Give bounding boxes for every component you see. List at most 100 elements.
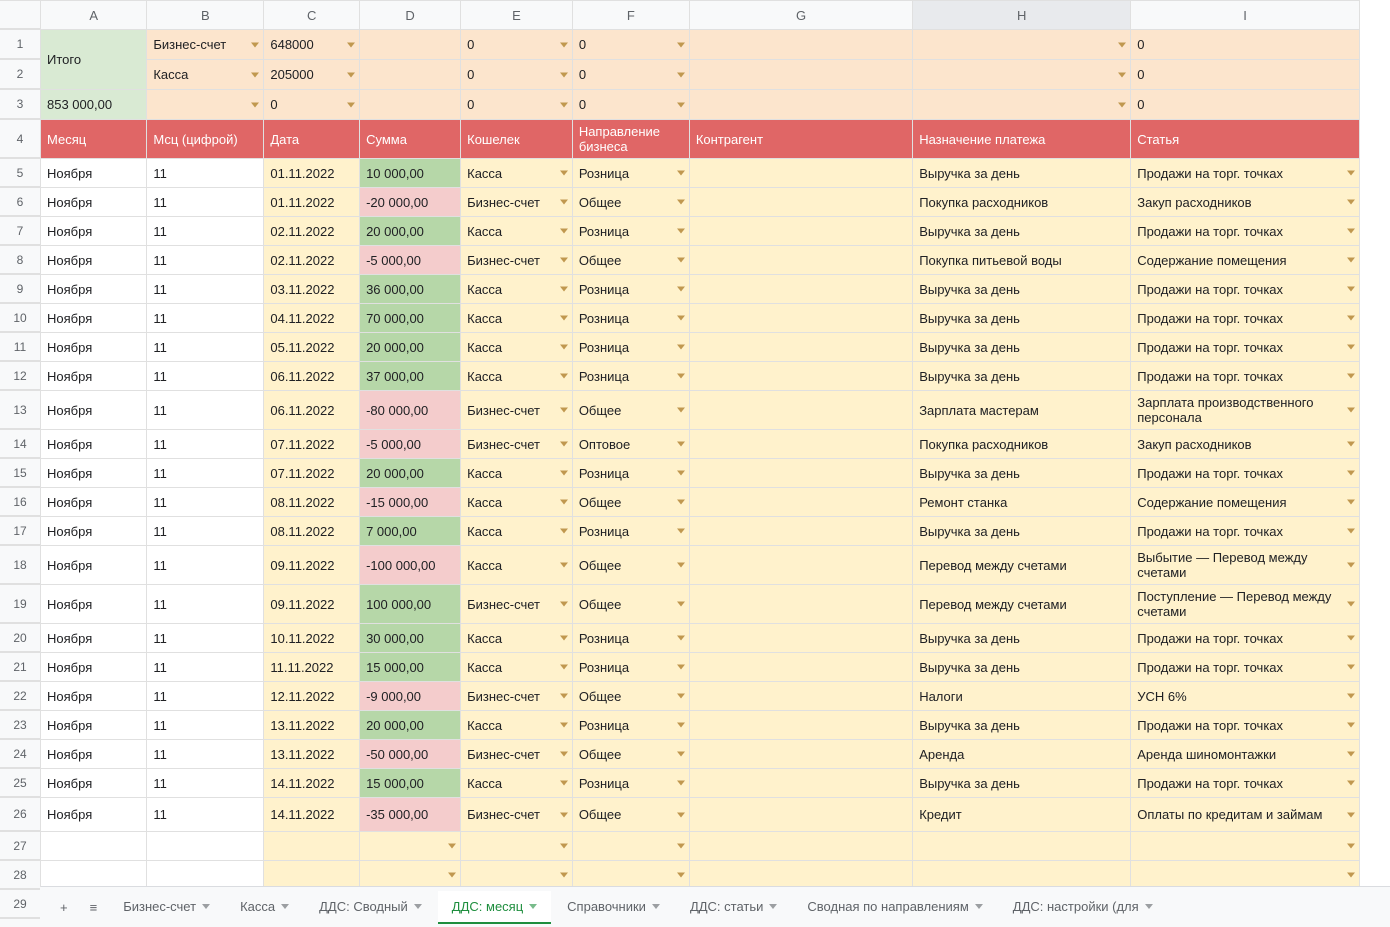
summary-g[interactable] (689, 90, 912, 120)
cell-counterparty[interactable] (689, 333, 912, 362)
cell-date[interactable]: 02.11.2022 (264, 217, 360, 246)
cell-sum[interactable]: -100 000,00 (360, 546, 461, 585)
cell-wallet[interactable]: Бизнес-счет (461, 391, 573, 430)
cell-counterparty[interactable] (689, 798, 912, 832)
cell-date[interactable]: 10.11.2022 (264, 624, 360, 653)
cell-counterparty[interactable] (689, 517, 912, 546)
summary-d[interactable] (360, 30, 461, 60)
cell-wallet[interactable]: Касса (461, 546, 573, 585)
column-header-E[interactable]: E (461, 1, 573, 30)
cell-wallet[interactable]: Касса (461, 517, 573, 546)
cell-date[interactable]: 14.11.2022 (264, 769, 360, 798)
cell-date[interactable]: 02.11.2022 (264, 246, 360, 275)
spreadsheet-grid[interactable]: ABCDEFGHIИтогоБизнес-счет648000000Касса2… (40, 0, 1360, 887)
cell-article[interactable]: Выбытие — Перевод между счетами (1131, 546, 1360, 585)
row-header-27[interactable]: 27 (0, 831, 40, 860)
cell-direction[interactable]: Розница (572, 459, 689, 488)
cell-article[interactable]: Продажи на торг. точках (1131, 459, 1360, 488)
cell-date[interactable]: 08.11.2022 (264, 517, 360, 546)
cell-month[interactable]: Ноября (41, 459, 147, 488)
row-header-11[interactable]: 11 (0, 332, 40, 361)
cell-purpose[interactable]: Перевод между счетами (913, 585, 1131, 624)
cell-direction[interactable]: Розница (572, 653, 689, 682)
cell-purpose[interactable]: Выручка за день (913, 769, 1131, 798)
cell-article[interactable]: Закуп расходников (1131, 188, 1360, 217)
sheet-tab[interactable]: Справочники (553, 891, 674, 924)
cell-purpose[interactable]: Выручка за день (913, 304, 1131, 333)
header-B[interactable]: Мсц (цифрой) (147, 120, 264, 159)
cell-month-num[interactable]: 11 (147, 459, 264, 488)
cell-month-num[interactable]: 11 (147, 711, 264, 740)
cell-month-num[interactable]: 11 (147, 488, 264, 517)
row-header-2[interactable]: 2 (0, 59, 40, 89)
cell-month[interactable]: Ноября (41, 333, 147, 362)
empty-cell[interactable] (41, 832, 147, 861)
cell-direction[interactable]: Общее (572, 740, 689, 769)
summary-d[interactable] (360, 90, 461, 120)
cell-counterparty[interactable] (689, 159, 912, 188)
cell-date[interactable]: 05.11.2022 (264, 333, 360, 362)
row-header-13[interactable]: 13 (0, 390, 40, 429)
summary-f[interactable]: 0 (572, 90, 689, 120)
cell-article[interactable]: Продажи на торг. точках (1131, 217, 1360, 246)
row-header-29[interactable]: 29 (0, 889, 40, 918)
cell-counterparty[interactable] (689, 585, 912, 624)
cell-article[interactable]: Продажи на торг. точках (1131, 769, 1360, 798)
cell-counterparty[interactable] (689, 682, 912, 711)
cell-date[interactable]: 01.11.2022 (264, 159, 360, 188)
cell-counterparty[interactable] (689, 711, 912, 740)
cell-wallet[interactable]: Бизнес-счет (461, 740, 573, 769)
cell-article[interactable]: Продажи на торг. точках (1131, 653, 1360, 682)
sheet-tab[interactable]: ДДС: Сводный (305, 891, 436, 924)
row-header-12[interactable]: 12 (0, 361, 40, 390)
cell-sum[interactable]: -15 000,00 (360, 488, 461, 517)
cell-month-num[interactable]: 11 (147, 391, 264, 430)
cell-wallet[interactable]: Касса (461, 159, 573, 188)
cell-article[interactable]: Продажи на торг. точках (1131, 333, 1360, 362)
cell-month-num[interactable]: 11 (147, 653, 264, 682)
cell-wallet[interactable]: Касса (461, 624, 573, 653)
cell-wallet[interactable]: Касса (461, 711, 573, 740)
cell-sum[interactable]: 30 000,00 (360, 624, 461, 653)
cell-article[interactable]: УСН 6% (1131, 682, 1360, 711)
cell-direction[interactable]: Розница (572, 624, 689, 653)
cell-date[interactable]: 06.11.2022 (264, 362, 360, 391)
cell-direction[interactable]: Общее (572, 798, 689, 832)
cell-counterparty[interactable] (689, 740, 912, 769)
cell-month-num[interactable]: 11 (147, 430, 264, 459)
sheet-tab[interactable]: Сводная по направлениям (793, 891, 996, 924)
cell-month-num[interactable]: 11 (147, 217, 264, 246)
cell-sum[interactable]: -5 000,00 (360, 430, 461, 459)
cell-purpose[interactable]: Налоги (913, 682, 1131, 711)
cell-wallet[interactable]: Касса (461, 333, 573, 362)
cell-counterparty[interactable] (689, 188, 912, 217)
column-header-I[interactable]: I (1131, 1, 1360, 30)
cell-direction[interactable]: Розница (572, 711, 689, 740)
summary-c[interactable]: 205000 (264, 60, 360, 90)
cell-wallet[interactable]: Касса (461, 488, 573, 517)
row-header-10[interactable]: 10 (0, 303, 40, 332)
cell-month-num[interactable]: 11 (147, 188, 264, 217)
cell-direction[interactable]: Розница (572, 517, 689, 546)
cell-wallet[interactable]: Бизнес-счет (461, 188, 573, 217)
cell-month[interactable]: Ноября (41, 488, 147, 517)
cell-article[interactable]: Продажи на торг. точках (1131, 304, 1360, 333)
cell-date[interactable]: 13.11.2022 (264, 711, 360, 740)
empty-cell[interactable] (689, 832, 912, 861)
cell-direction[interactable]: Розница (572, 304, 689, 333)
row-header-4[interactable]: 4 (0, 119, 40, 158)
summary-e[interactable]: 0 (461, 60, 573, 90)
cell-direction[interactable]: Общее (572, 188, 689, 217)
cell-article[interactable]: Продажи на торг. точках (1131, 624, 1360, 653)
sheet-tab[interactable]: ДДС: месяц (438, 891, 551, 924)
cell-month[interactable]: Ноября (41, 517, 147, 546)
column-header-A[interactable]: A (41, 1, 147, 30)
summary-i[interactable]: 0 (1131, 90, 1360, 120)
cell-month[interactable]: Ноября (41, 430, 147, 459)
row-header-16[interactable]: 16 (0, 487, 40, 516)
row-header-14[interactable]: 14 (0, 429, 40, 458)
cell-month[interactable]: Ноября (41, 546, 147, 585)
sheet-tab[interactable]: Касса (226, 891, 303, 924)
column-header-G[interactable]: G (689, 1, 912, 30)
header-G[interactable]: Контрагент (689, 120, 912, 159)
